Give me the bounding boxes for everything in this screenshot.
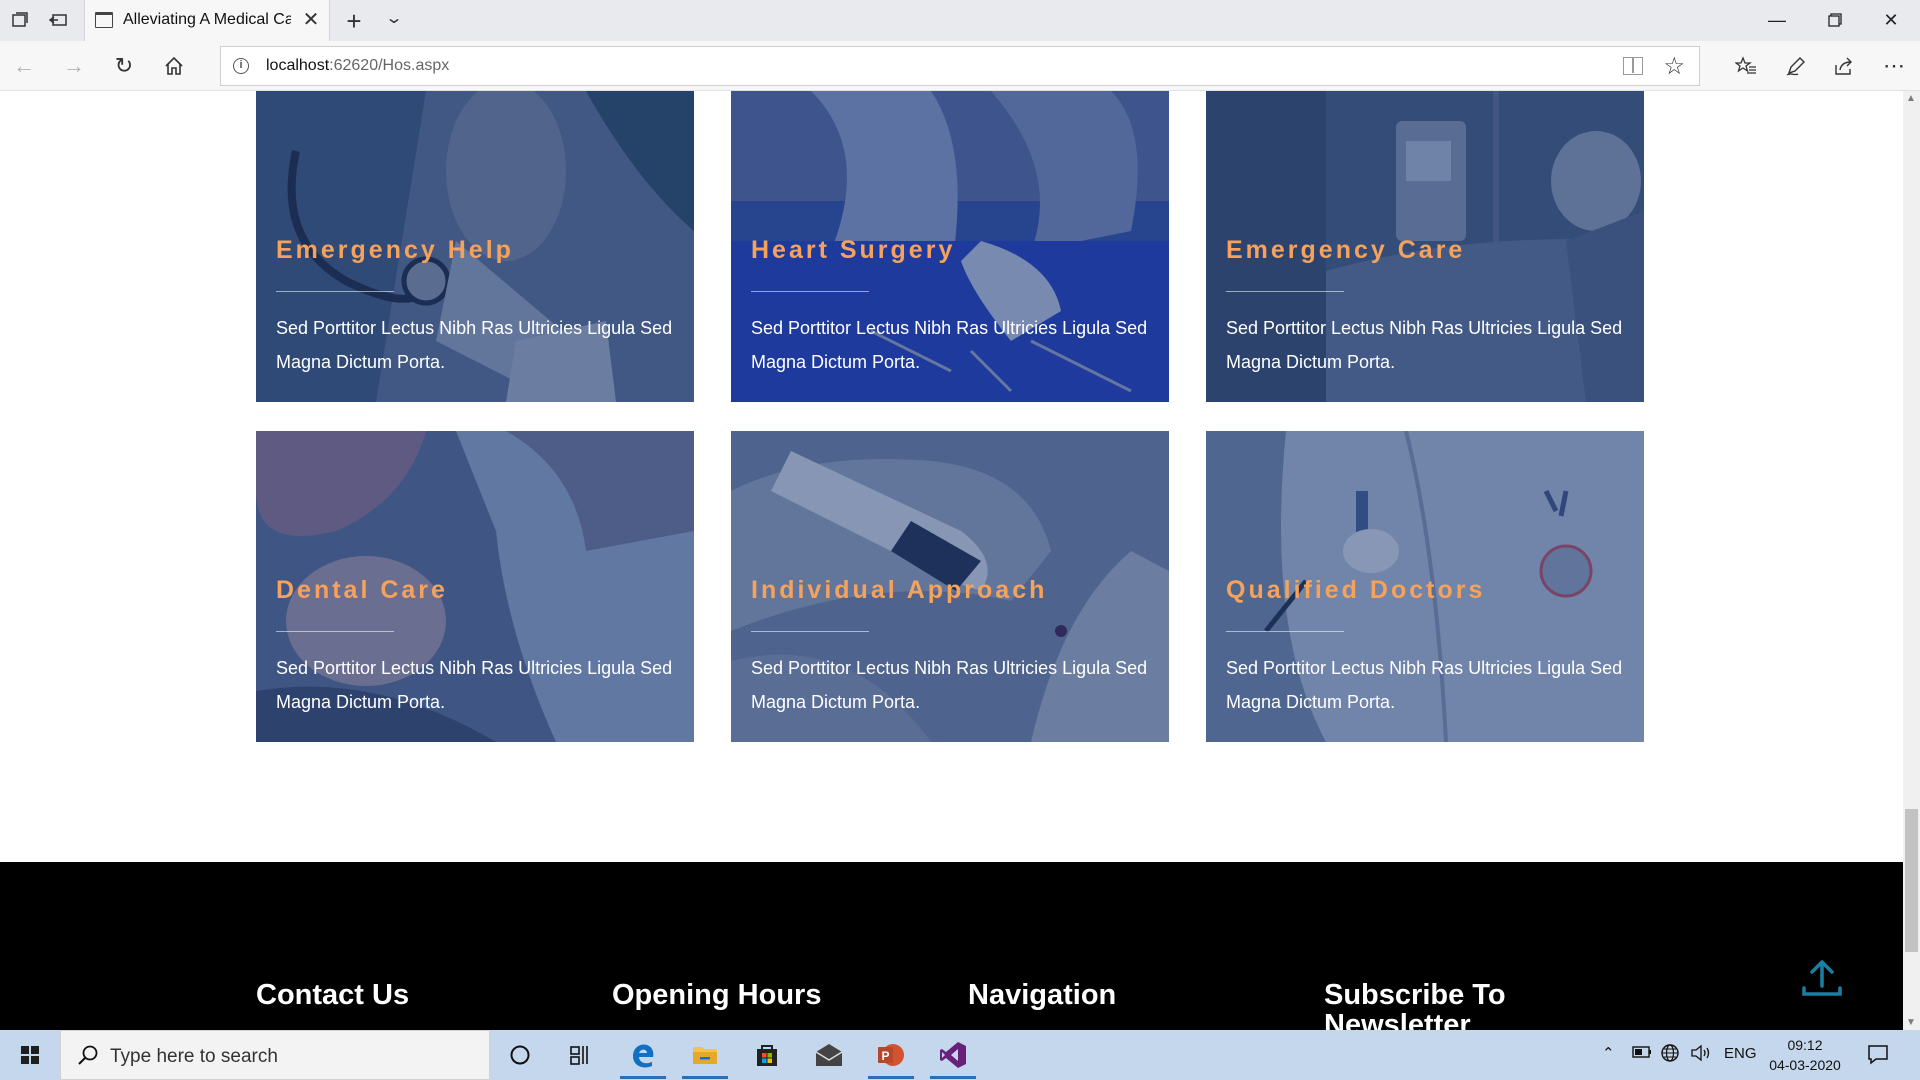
footer-heading-hours: Opening Hours [612,979,822,1011]
upload-arrow-icon[interactable] [1800,958,1844,1002]
search-placeholder: Type here to search [110,1046,278,1067]
active-app-indicator [868,1076,914,1079]
language-indicator[interactable]: ENG [1724,1045,1757,1062]
service-card[interactable]: Emergency Care Sed Porttitor Lectus Nibh… [1206,91,1644,402]
url-host: localhost [266,57,330,74]
card-divider [276,631,394,632]
card-text: Sed Porttitor Lectus Nibh Ras Ultricies … [751,658,1148,712]
minimize-icon[interactable]: — [1752,6,1802,34]
browser-tab-active[interactable]: Alleviating A Medical Ca ✕ [84,0,330,41]
powerpoint-icon[interactable]: P [874,1038,908,1072]
card-divider [751,631,869,632]
page-footer: Contact Us Opening Hours Navigation Subs… [0,862,1903,1030]
start-button[interactable] [0,1030,60,1080]
task-view-icon[interactable] [563,1038,597,1072]
cortana-icon[interactable] [503,1038,537,1072]
active-app-indicator [930,1076,976,1079]
service-card[interactable]: Heart Surgery Sed Porttitor Lectus Nibh … [731,91,1169,402]
card-divider [751,291,869,292]
volume-icon[interactable] [1690,1043,1712,1067]
scroll-down-icon[interactable]: ▼ [1906,1017,1916,1028]
mail-icon[interactable] [812,1038,846,1072]
set-tabs-aside-icon[interactable] [47,10,69,30]
page-scrollbar[interactable]: ▲ ▼ [1903,91,1920,1030]
svg-text:P: P [882,1049,890,1063]
close-window-icon[interactable]: ✕ [1866,6,1916,34]
forward-icon[interactable]: → [60,52,88,80]
globe-network-icon[interactable] [1660,1043,1680,1067]
taskbar-search-box[interactable]: Type here to search [60,1030,490,1080]
active-app-indicator [682,1076,728,1079]
star-icon[interactable]: ☆ [1663,52,1685,81]
service-card[interactable]: Qualified Doctors Sed Porttitor Lectus N… [1206,431,1644,742]
info-icon[interactable]: i [233,58,249,74]
chevron-down-icon[interactable]: ⌄ [377,8,411,28]
store-icon[interactable] [750,1038,784,1072]
restore-icon[interactable] [1810,6,1860,34]
more-icon[interactable]: ⋯ [1880,52,1908,80]
search-icon [77,1044,101,1068]
home-icon[interactable] [160,52,188,80]
back-icon[interactable]: ← [10,52,38,80]
scroll-thumb[interactable] [1905,809,1918,952]
windows-logo-icon [21,1046,39,1064]
battery-icon[interactable] [1632,1045,1652,1063]
card-text: Sed Porttitor Lectus Nibh Ras Ultricies … [1226,658,1623,712]
clock-date: 04-03-2020 [1769,1057,1841,1073]
card-text: Sed Porttitor Lectus Nibh Ras Ultricies … [1226,318,1623,372]
windows-taskbar: Type here to search P ⌃ ENG 09:12 04-03-… [0,1030,1920,1080]
chevron-up-icon[interactable]: ⌃ [1602,1044,1615,1062]
clock-time: 09:12 [1787,1037,1823,1053]
favorites-icon[interactable] [1732,52,1760,80]
reading-view-icon[interactable] [1623,57,1643,75]
footer-heading-newsletter: Subscribe To Newsletter [1324,979,1506,1030]
new-tab-icon[interactable]: + [342,6,366,37]
visual-studio-icon[interactable] [936,1038,970,1072]
service-card[interactable]: Individual Approach Sed Porttitor Lectus… [731,431,1169,742]
url-text: localhost:62620/Hos.aspx [266,57,449,75]
file-explorer-icon[interactable] [688,1038,722,1072]
card-text: Sed Porttitor Lectus Nibh Ras Ultricies … [751,318,1148,372]
service-card[interactable]: Dental Care Sed Porttitor Lectus Nibh Ra… [256,431,694,742]
url-path: :62620/Hos.aspx [329,57,450,74]
page-viewport: Emergency Help Sed Porttitor Lectus Nibh… [0,91,1920,1030]
refresh-icon[interactable]: ↻ [110,52,138,80]
card-text: Sed Porttitor Lectus Nibh Ras Ultricies … [276,318,673,372]
tab-title: Alleviating A Medical Ca [123,11,291,28]
card-title: Individual Approach [751,576,1048,604]
service-card[interactable]: Emergency Help Sed Porttitor Lectus Nibh… [256,91,694,402]
browser-titlebar: Alleviating A Medical Ca ✕ + ⌄ — ✕ [0,0,1920,41]
share-icon[interactable] [1830,52,1858,80]
action-center-icon[interactable] [1866,1042,1890,1066]
card-divider [1226,631,1344,632]
edge-browser-icon[interactable] [626,1038,660,1072]
card-text: Sed Porttitor Lectus Nibh Ras Ultricies … [276,658,673,712]
footer-heading-navigation: Navigation [968,979,1117,1011]
card-title: Emergency Help [276,236,514,264]
browser-navbar: ← → ↻ i localhost:62620/Hos.aspx ☆ ⋯ [0,41,1920,91]
card-title: Heart Surgery [751,236,956,264]
address-bar[interactable]: i localhost:62620/Hos.aspx ☆ [220,46,1700,86]
card-title: Qualified Doctors [1226,576,1486,604]
tab-actions-icon[interactable] [9,10,31,30]
page-icon [95,12,113,28]
card-divider [1226,291,1344,292]
active-app-indicator [620,1076,666,1079]
footer-heading-contact: Contact Us [256,979,410,1011]
scroll-up-icon[interactable]: ▲ [1906,93,1916,104]
card-title: Dental Care [276,576,448,604]
system-clock[interactable]: 09:12 04-03-2020 [1762,1035,1848,1075]
card-divider [276,291,394,292]
close-tab-icon[interactable]: ✕ [299,8,323,32]
card-title: Emergency Care [1226,236,1466,264]
notes-pen-icon[interactable] [1782,52,1810,80]
